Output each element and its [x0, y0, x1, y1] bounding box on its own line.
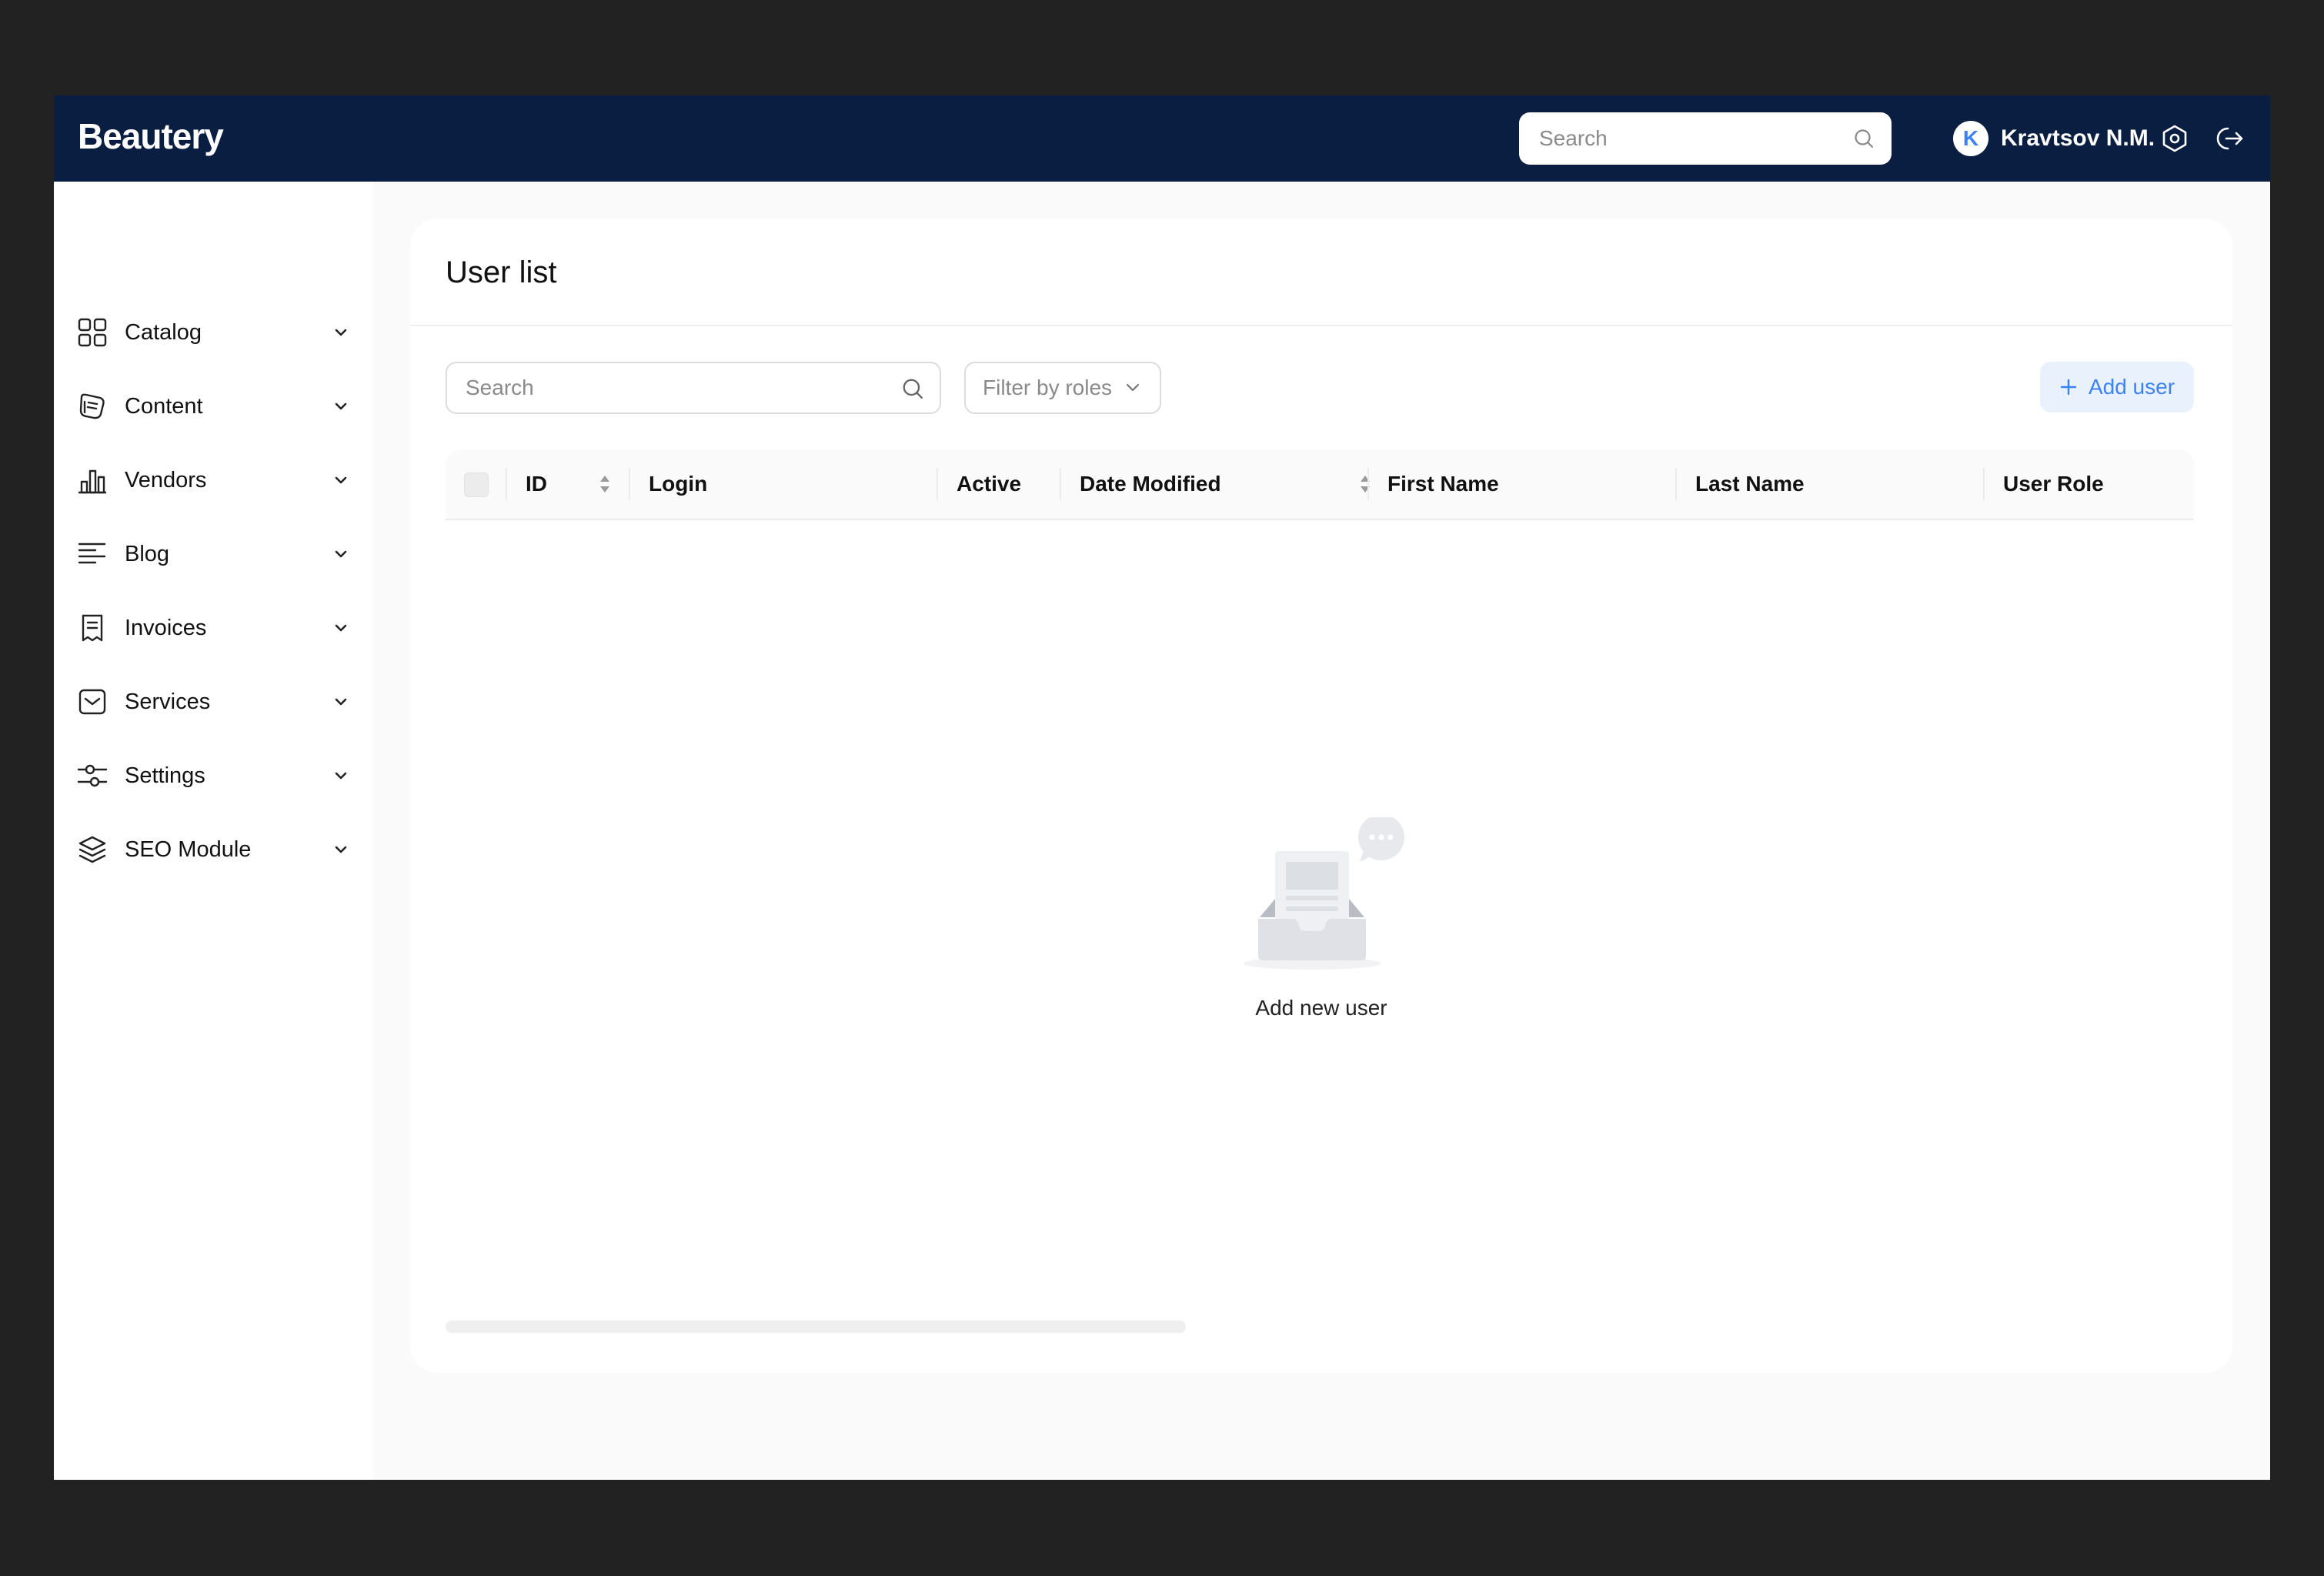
header-search-input[interactable]: [1519, 112, 1892, 165]
mail-box-icon: [77, 686, 108, 717]
receipt-icon: [77, 613, 108, 643]
plus-icon: [2060, 379, 2077, 396]
column-header-active[interactable]: Active: [957, 449, 1021, 519]
sidebar-item-label: Content: [125, 393, 203, 419]
sidebar-item-label: Blog: [125, 541, 170, 566]
sidebar-item-seo-module[interactable]: SEO Module: [77, 826, 354, 873]
content-icon: [77, 391, 108, 422]
search-icon[interactable]: [901, 377, 924, 400]
user-menu[interactable]: K Kravtsov N.M.: [1953, 120, 2155, 157]
column-separator: [1983, 468, 1985, 500]
add-user-button[interactable]: Add user: [2040, 362, 2194, 412]
grid-icon: [77, 317, 108, 348]
sidebar-item-label: Settings: [125, 763, 205, 788]
sidebar: Catalog Content Vendors Blog Invoices Se…: [54, 182, 373, 1480]
column-separator: [1367, 468, 1369, 500]
user-list-card: User list Filter by roles Add user ID: [410, 219, 2232, 1373]
logout-icon[interactable]: [2215, 123, 2246, 154]
text-lines-icon: [77, 539, 108, 569]
chevron-down-icon: [1126, 383, 1140, 392]
user-search: [446, 362, 941, 414]
page-title: User list: [446, 255, 557, 289]
sort-icon[interactable]: [596, 472, 613, 496]
sidebar-item-label: Vendors: [125, 467, 207, 492]
top-bar: Beautery K Kravtsov N.M.: [54, 95, 2270, 182]
sidebar-item-vendors[interactable]: Vendors: [77, 457, 354, 503]
app-window: Beautery K Kravtsov N.M.: [54, 95, 2270, 1480]
horizontal-scrollbar[interactable]: [446, 1321, 1186, 1333]
sidebar-item-label: Catalog: [125, 319, 202, 345]
sidebar-item-catalog[interactable]: Catalog: [77, 309, 354, 356]
filter-label: Filter by roles: [983, 376, 1113, 399]
sidebar-item-label: Services: [125, 689, 211, 714]
chevron-down-icon: [335, 846, 347, 853]
chevron-down-icon: [335, 329, 347, 336]
divider: [410, 325, 2232, 326]
sidebar-item-invoices[interactable]: Invoices: [77, 605, 354, 651]
settings-hex-icon[interactable]: [2159, 123, 2190, 154]
column-header-user-role[interactable]: User Role: [2003, 449, 2104, 519]
chevron-down-icon: [335, 402, 347, 410]
column-separator: [506, 468, 507, 500]
chevron-down-icon: [335, 772, 347, 780]
empty-inbox-illustration: [1244, 817, 1404, 970]
sidebar-item-label: Invoices: [125, 615, 207, 640]
logo[interactable]: Beautery: [78, 115, 224, 157]
filter-by-roles-dropdown[interactable]: Filter by roles: [964, 362, 1161, 414]
column-separator: [937, 468, 938, 500]
sidebar-item-blog[interactable]: Blog: [77, 531, 354, 577]
column-header-login[interactable]: Login: [649, 449, 707, 519]
column-header-id[interactable]: ID: [526, 449, 547, 519]
column-separator: [1675, 468, 1677, 500]
column-separator: [1060, 468, 1061, 500]
bar-chart-icon: [77, 465, 108, 496]
column-separator: [629, 468, 630, 500]
add-user-label: Add user: [2088, 375, 2175, 399]
sidebar-item-content[interactable]: Content: [77, 383, 354, 429]
column-header-first-name[interactable]: First Name: [1387, 449, 1499, 519]
sidebar-item-settings[interactable]: Settings: [77, 753, 354, 799]
table-header: ID Login Active Date Modified First Name…: [446, 449, 2194, 520]
search-icon[interactable]: [1853, 128, 1875, 149]
chevron-down-icon: [335, 550, 347, 558]
empty-state-text: Add new user: [1255, 996, 1387, 1020]
chevron-down-icon: [335, 624, 347, 632]
layers-icon: [77, 834, 108, 865]
sliders-icon: [77, 760, 108, 791]
sidebar-item-label: SEO Module: [125, 836, 252, 862]
column-header-date-modified[interactable]: Date Modified: [1080, 449, 1221, 519]
column-header-last-name[interactable]: Last Name: [1695, 449, 1805, 519]
user-name: Kravtsov N.M.: [2001, 125, 2155, 151]
user-search-input[interactable]: [447, 363, 940, 412]
chevron-down-icon: [335, 476, 347, 484]
header-search: [1519, 112, 1892, 165]
sort-icon[interactable]: [1357, 472, 1374, 496]
sidebar-item-services[interactable]: Services: [77, 679, 354, 725]
chevron-down-icon: [335, 698, 347, 706]
select-all-checkbox[interactable]: [464, 472, 489, 497]
avatar: K: [1953, 121, 1988, 156]
